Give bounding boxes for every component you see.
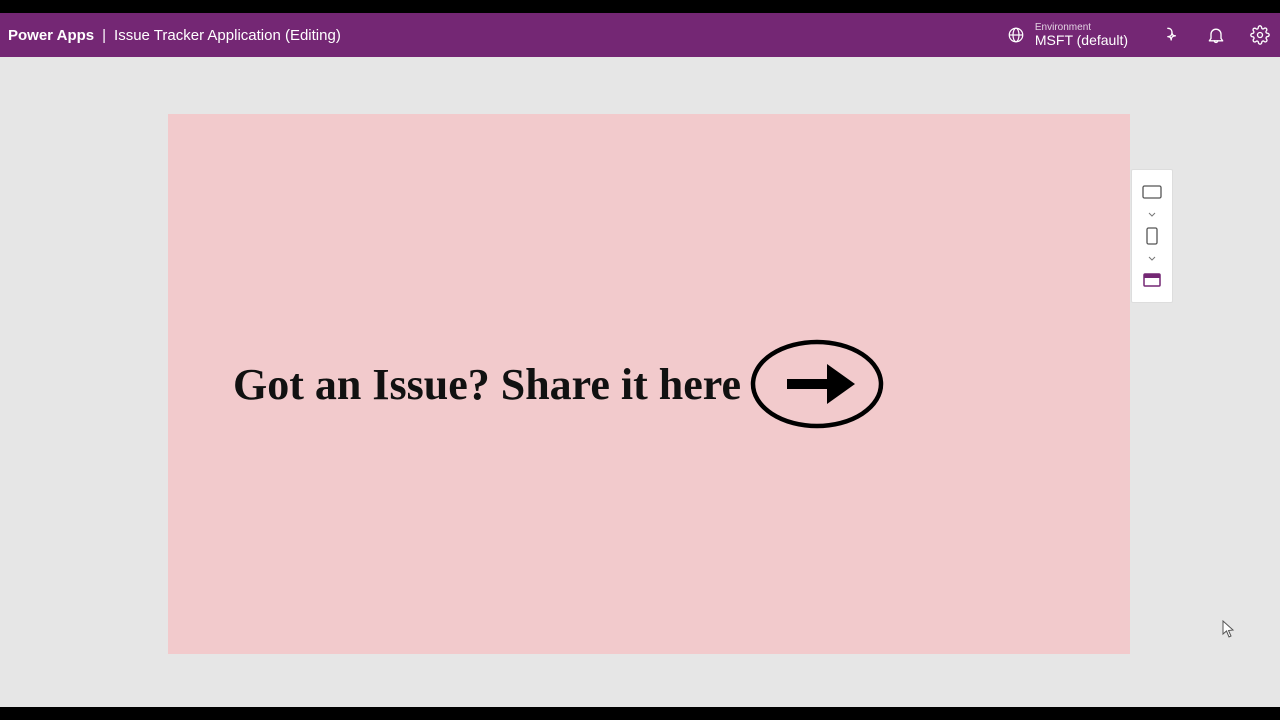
chevron-down-icon[interactable] — [1148, 210, 1156, 218]
mouse-cursor-icon — [1222, 620, 1236, 643]
brand-block: Power Apps | Issue Tracker Application (… — [8, 27, 341, 44]
preview-stage: Got an Issue? Share it here — [0, 57, 1280, 707]
environment-icon — [1007, 26, 1025, 44]
settings-icon[interactable] — [1250, 25, 1270, 45]
brand-name[interactable]: Power Apps — [8, 27, 94, 44]
next-arrow-button[interactable] — [749, 338, 885, 430]
canvas-content-row: Got an Issue? Share it here — [233, 338, 885, 430]
environment-label: Environment — [1035, 22, 1128, 33]
app-canvas: Got an Issue? Share it here — [168, 114, 1130, 654]
chevron-down-icon[interactable] — [1148, 254, 1156, 262]
letterbox-top — [0, 0, 1280, 13]
tablet-landscape-button[interactable] — [1138, 178, 1166, 206]
copilot-icon[interactable] — [1162, 25, 1182, 45]
brand-separator: | — [102, 27, 106, 44]
letterbox-bottom — [0, 707, 1280, 720]
phone-portrait-button[interactable] — [1138, 222, 1166, 250]
environment-value: MSFT (default) — [1035, 33, 1128, 48]
environment-selector[interactable]: Environment MSFT (default) — [1007, 22, 1128, 48]
header-icon-group — [1162, 25, 1270, 45]
prompt-text: Got an Issue? Share it here — [233, 359, 741, 410]
app-viewport: Power Apps | Issue Tracker Application (… — [0, 13, 1280, 707]
app-title: Issue Tracker Application (Editing) — [114, 27, 341, 44]
browser-window-button[interactable] — [1138, 266, 1166, 294]
notifications-icon[interactable] — [1206, 25, 1226, 45]
app-header: Power Apps | Issue Tracker Application (… — [0, 13, 1280, 57]
device-preview-panel — [1131, 169, 1173, 303]
